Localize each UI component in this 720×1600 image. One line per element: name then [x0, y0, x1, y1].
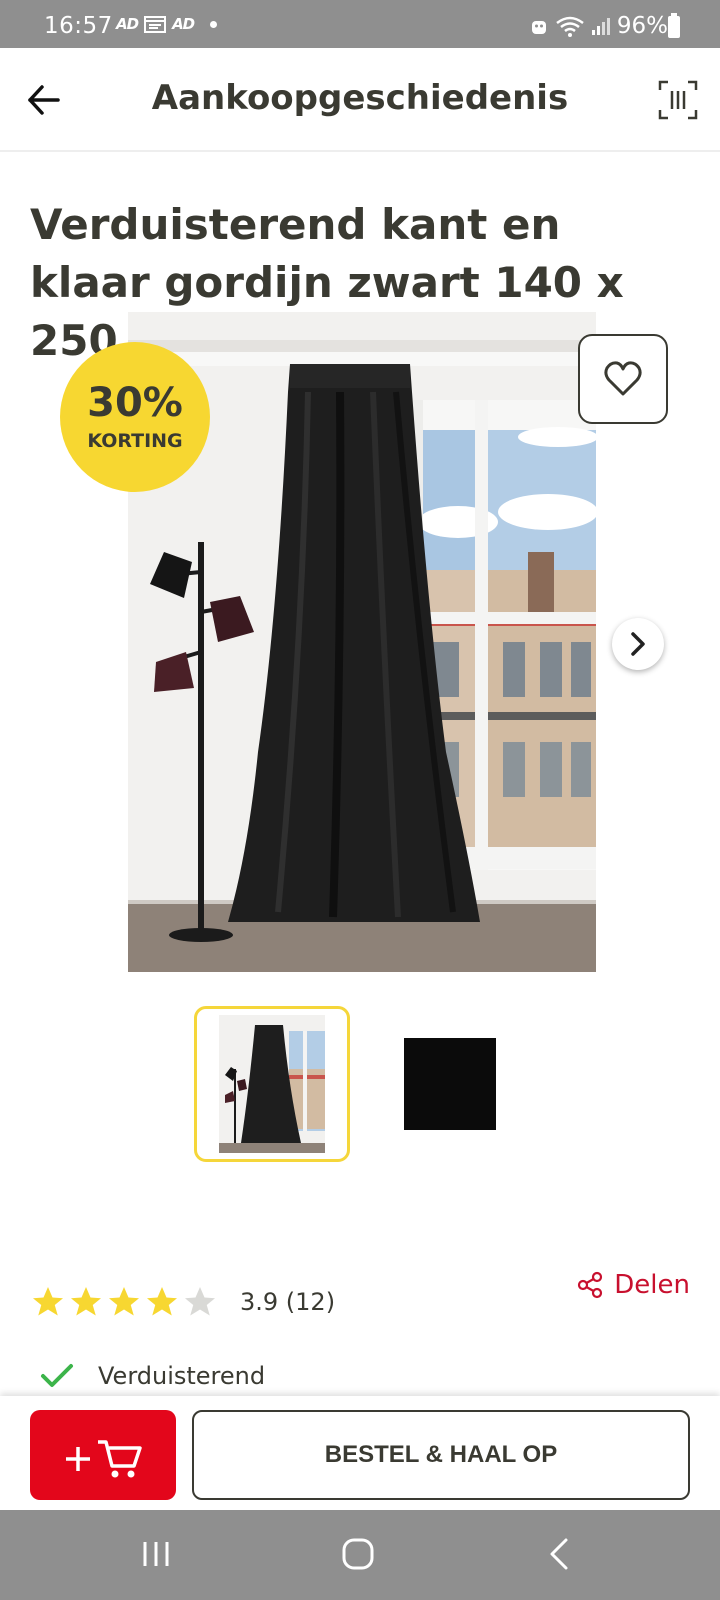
calendar-icon	[144, 16, 167, 33]
barcode-scan-icon	[658, 80, 698, 120]
heart-icon	[604, 361, 642, 396]
share-label: Delen	[614, 1270, 690, 1300]
ad-app-badge: AD	[172, 15, 195, 33]
page-title: Aankoopgeschiedenis	[151, 78, 569, 118]
ad-app-badge: AD	[116, 15, 139, 33]
checkmark-icon	[41, 1364, 73, 1387]
battery-percent: 96%	[616, 13, 668, 39]
status-bar: 16:57 AD AD 96%	[0, 0, 720, 48]
share-icon	[578, 1271, 603, 1299]
home-icon[interactable]	[338, 1534, 378, 1574]
product-usp: Verduisterend	[40, 1362, 265, 1390]
system-navigation-bar	[0, 1510, 720, 1600]
system-icons: 96%	[529, 13, 668, 39]
star-empty-icon	[185, 1287, 215, 1316]
android-icon	[531, 21, 546, 34]
rating-summary: 3.9 (12)	[240, 1288, 336, 1316]
usp-text: Verduisterend	[98, 1362, 266, 1390]
signal-icon	[591, 18, 610, 35]
discount-badge: 30% KORTING	[60, 342, 210, 492]
battery-icon	[668, 13, 680, 38]
rating-stars	[30, 1284, 218, 1320]
thumbnail-image	[219, 1015, 325, 1153]
discount-percent: 30%	[87, 380, 183, 426]
discount-label: KORTING	[87, 430, 183, 452]
next-image-button[interactable]	[612, 618, 664, 670]
back-nav-icon[interactable]	[540, 1534, 580, 1574]
app-header: Aankoopgeschiedenis	[0, 48, 720, 152]
star-filled-icon	[147, 1287, 177, 1316]
wifi-icon	[556, 16, 584, 37]
share-button[interactable]: Delen	[576, 1270, 690, 1300]
chevron-right-icon	[631, 632, 645, 656]
bottom-action-bar: BESTEL & HAAL OP	[0, 1396, 720, 1510]
notification-icons: AD AD	[116, 15, 218, 33]
star-filled-icon	[33, 1287, 63, 1316]
barcode-scan-button[interactable]	[656, 78, 700, 122]
status-time: 16:57	[44, 13, 113, 39]
add-to-cart-icon	[66, 1440, 142, 1478]
thumbnail-curtain-room[interactable]	[194, 1006, 350, 1162]
back-button[interactable]	[22, 78, 66, 122]
favorite-button[interactable]	[578, 334, 668, 424]
recent-apps-icon[interactable]	[136, 1534, 176, 1574]
more-notifications-dot	[210, 20, 218, 28]
order-and-pickup-button[interactable]: BESTEL & HAAL OP	[192, 1410, 690, 1500]
star-filled-icon	[71, 1287, 101, 1316]
star-filled-icon	[109, 1287, 139, 1316]
arrow-left-icon	[28, 85, 60, 115]
add-to-cart-button[interactable]	[30, 1410, 176, 1500]
thumbnail-fabric-swatch[interactable]	[404, 1038, 496, 1130]
product-rating[interactable]: 3.9 (12)	[30, 1284, 335, 1320]
